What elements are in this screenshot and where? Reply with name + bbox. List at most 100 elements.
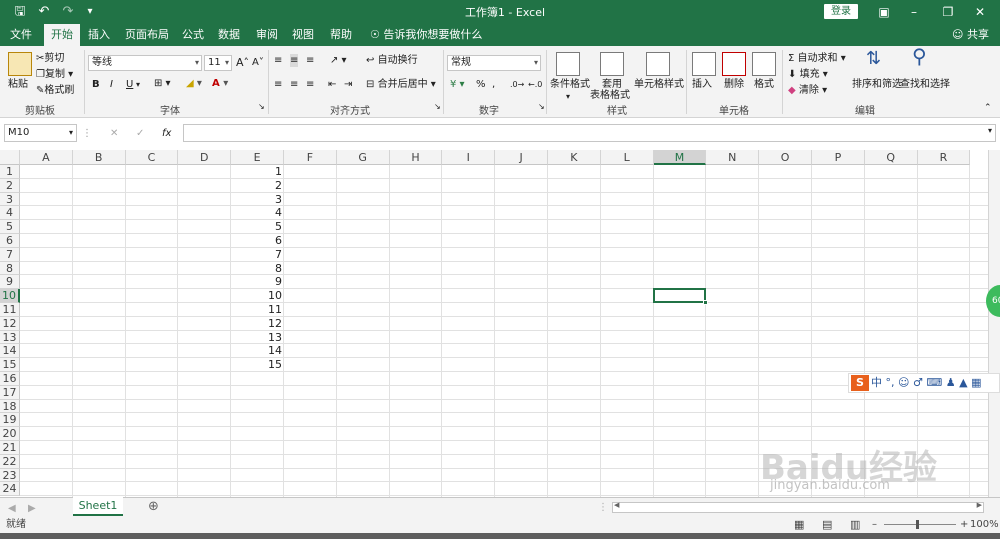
column-header[interactable]: D: [178, 150, 232, 165]
cell-value[interactable]: 13: [231, 331, 284, 345]
cell-value[interactable]: 12: [231, 317, 284, 331]
add-sheet-icon[interactable]: ⊕: [148, 500, 159, 513]
row-header[interactable]: 3: [0, 192, 20, 207]
font-color-icon[interactable]: A ▾: [212, 77, 228, 90]
column-header[interactable]: A: [20, 150, 73, 165]
tab-help[interactable]: 帮助: [324, 24, 358, 46]
row-header[interactable]: 1: [0, 165, 20, 179]
page-layout-view-icon[interactable]: ▤: [822, 517, 832, 533]
number-format-combo[interactable]: 常规 ▾: [447, 55, 541, 71]
row-header[interactable]: 15: [0, 358, 20, 372]
align-middle-icon[interactable]: ≡: [290, 54, 299, 67]
row-header[interactable]: 14: [0, 344, 20, 359]
align-left-icon[interactable]: ≡: [274, 78, 282, 91]
italic-button[interactable]: I: [110, 78, 113, 91]
formula-input[interactable]: ▾: [183, 124, 996, 142]
column-header[interactable]: C: [125, 150, 179, 165]
row-header[interactable]: 19: [0, 413, 20, 428]
column-header[interactable]: B: [72, 150, 126, 165]
tab-data[interactable]: 数据: [212, 24, 246, 46]
chevron-down-icon[interactable]: ▾: [136, 78, 140, 91]
tab-formulas[interactable]: 公式: [176, 24, 210, 46]
name-box[interactable]: M10 ▾: [4, 124, 77, 142]
ime-mode-label[interactable]: 中: [871, 376, 882, 389]
undo-icon[interactable]: ↶: [34, 3, 54, 21]
column-header[interactable]: L: [600, 150, 654, 165]
align-center-icon[interactable]: ≡: [290, 78, 298, 91]
wrap-text-button[interactable]: ↩ 自动换行: [366, 54, 418, 67]
login-button[interactable]: 登录: [824, 4, 858, 19]
collapse-ribbon-icon[interactable]: ⌃: [984, 102, 992, 115]
paste-button[interactable]: 粘贴: [8, 78, 28, 91]
normal-view-icon[interactable]: ▦: [794, 517, 804, 533]
select-all-corner[interactable]: [0, 150, 20, 165]
row-header[interactable]: 9: [0, 275, 20, 290]
sheet-tab[interactable]: Sheet1: [73, 497, 123, 516]
currency-icon[interactable]: ¥ ▾: [450, 78, 465, 91]
fill-color-icon[interactable]: ◢ ▾: [186, 77, 202, 90]
increase-indent-icon[interactable]: ⇥: [344, 78, 352, 91]
dialog-launcher-icon[interactable]: ↘: [258, 100, 265, 113]
zoom-out-icon[interactable]: –: [872, 517, 877, 533]
tab-page-layout[interactable]: 页面布局: [120, 24, 174, 46]
delete-cells-icon[interactable]: [722, 52, 746, 76]
scroll-right-icon[interactable]: ▶: [28, 502, 36, 515]
dialog-launcher-icon[interactable]: ↘: [434, 100, 441, 113]
column-header[interactable]: F: [284, 150, 337, 165]
cancel-icon[interactable]: ✕: [110, 127, 118, 140]
tab-insert[interactable]: 插入: [82, 24, 116, 46]
cell-value[interactable]: 1: [231, 165, 284, 179]
grid-icon[interactable]: ▦: [971, 376, 981, 389]
decrease-indent-icon[interactable]: ⇤: [328, 78, 336, 91]
chevron-down-icon[interactable]: ▾: [566, 90, 570, 103]
save-icon[interactable]: 🖫: [10, 3, 30, 21]
clear-button[interactable]: ◆ 清除 ▾: [788, 84, 827, 97]
row-header[interactable]: 21: [0, 441, 20, 455]
close-icon[interactable]: ✕: [970, 3, 990, 21]
column-header[interactable]: E: [231, 150, 284, 165]
scroll-right-icon[interactable]: ▶: [977, 501, 982, 509]
emoji-icon[interactable]: ☺: [898, 376, 909, 389]
skin-icon[interactable]: ▲: [959, 376, 967, 389]
align-bottom-icon[interactable]: ≡: [306, 54, 314, 67]
row-header[interactable]: 5: [0, 220, 20, 234]
cell-styles-button[interactable]: 单元格样式: [634, 78, 684, 91]
increase-decimal-icon[interactable]: .0→: [510, 78, 524, 91]
column-header[interactable]: Q: [864, 150, 918, 165]
tell-me-search[interactable]: ☉ 告诉我你想要做什么: [370, 24, 482, 46]
tab-review[interactable]: 审阅: [250, 24, 284, 46]
enter-icon[interactable]: ✓: [136, 127, 144, 140]
format-cells-button[interactable]: 格式: [754, 78, 774, 91]
shrink-font-icon[interactable]: A˅: [252, 56, 264, 69]
zoom-level[interactable]: 100%: [970, 517, 999, 533]
zoom-in-icon[interactable]: +: [960, 517, 968, 533]
row-header[interactable]: 22: [0, 454, 20, 469]
cell-value[interactable]: 5: [231, 220, 284, 234]
row-header[interactable]: 16: [0, 372, 20, 386]
cell-value[interactable]: 14: [231, 344, 284, 358]
zoom-slider-thumb[interactable]: [916, 520, 919, 529]
column-header[interactable]: J: [495, 150, 548, 165]
column-header[interactable]: O: [759, 150, 812, 165]
keyboard-icon[interactable]: ⌨: [926, 376, 942, 389]
sort-filter-button[interactable]: 排序和筛选: [852, 78, 902, 91]
dialog-launcher-icon[interactable]: ↘: [538, 100, 545, 113]
row-header[interactable]: 11: [0, 303, 20, 317]
scroll-left-icon[interactable]: ◀: [614, 501, 619, 509]
underline-button[interactable]: U: [126, 78, 133, 91]
cut-button[interactable]: ✂剪切: [36, 52, 64, 65]
scroll-left-icon[interactable]: ◀: [8, 502, 16, 515]
align-right-icon[interactable]: ≡: [306, 78, 314, 91]
column-header[interactable]: N: [706, 150, 760, 165]
restore-icon[interactable]: ❐: [938, 3, 958, 21]
column-header[interactable]: R: [917, 150, 971, 165]
sort-filter-icon[interactable]: ⇅: [866, 50, 881, 68]
column-header[interactable]: I: [442, 150, 496, 165]
row-header[interactable]: 23: [0, 468, 20, 483]
row-header[interactable]: 8: [0, 261, 20, 276]
border-icon[interactable]: ⊞ ▾: [154, 77, 171, 90]
punctuation-icon[interactable]: °,: [886, 376, 895, 389]
cell-value[interactable]: 9: [231, 275, 284, 289]
copy-button[interactable]: ❐复制 ▾: [36, 68, 73, 81]
insert-cells-icon[interactable]: [692, 52, 716, 76]
